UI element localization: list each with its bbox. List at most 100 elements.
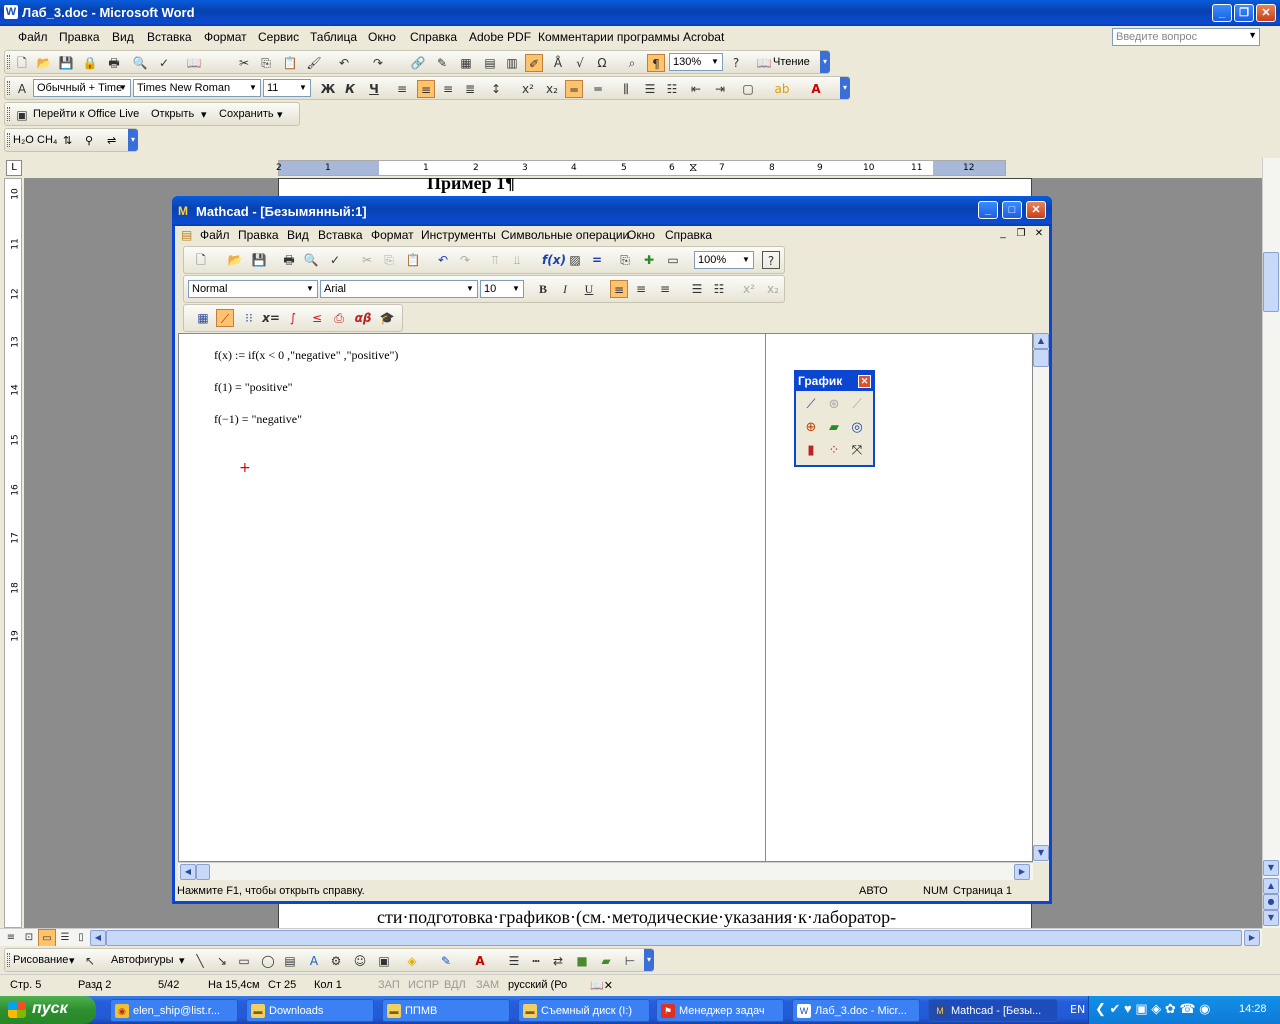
autoshapes-button[interactable]: Автофигуры <box>111 954 174 966</box>
print-preview-icon[interactable]: 🔍 <box>131 54 149 72</box>
web-view-icon[interactable]: ⊡ <box>20 929 38 947</box>
superscript-icon[interactable]: x² <box>519 80 537 98</box>
toolbar-options-icon[interactable]: ▾ <box>840 77 850 99</box>
bar-plot-icon[interactable]: ▮ <box>801 441 821 461</box>
mc-font-select[interactable]: Arial ▼ <box>320 280 478 298</box>
menu-tools[interactable]: Сервис <box>258 30 299 44</box>
mc-evaluation-icon[interactable]: x= <box>262 309 280 327</box>
help-icon[interactable]: ? <box>727 54 745 72</box>
open-icon[interactable]: 📂 <box>35 54 53 72</box>
mc-save-icon[interactable]: 💾 <box>250 251 268 269</box>
mc-align-left-icon[interactable]: ≡ <box>610 280 628 298</box>
mc-calculus-icon[interactable]: ∫ <box>284 309 302 327</box>
bullets-icon[interactable]: ☷ <box>663 80 681 98</box>
spelling-icon[interactable]: ✓ <box>155 54 173 72</box>
toolbar-options-icon[interactable]: ▾ <box>128 129 138 151</box>
cut-icon[interactable]: ✂ <box>235 54 253 72</box>
mathcad-minimize-button[interactable]: _ <box>978 201 998 219</box>
status-ext[interactable]: ВДЛ <box>444 979 466 991</box>
italic-button[interactable]: К <box>341 80 359 98</box>
chevron-down-icon[interactable]: ▼ <box>740 253 752 267</box>
mc-spell-icon[interactable]: ✓ <box>326 251 344 269</box>
horizontal-ruler[interactable]: 2 1 1 2 3 4 5 6 7 8 9 10 11 12 ⧖ <box>276 160 1006 176</box>
doc-close-icon[interactable]: ✕ <box>1031 227 1047 242</box>
task-downloads[interactable]: ▬ Downloads <box>246 999 374 1022</box>
mc-align-center-icon[interactable]: ≡ <box>632 280 650 298</box>
mc-insert-function-icon[interactable]: f(x) <box>542 251 566 269</box>
mc-cut-icon[interactable]: ✂ <box>358 251 376 269</box>
restore-button[interactable]: ❐ <box>1234 4 1254 22</box>
print-icon[interactable]: 🖶 <box>105 54 123 72</box>
mc-menu-window[interactable]: Окно <box>627 228 655 242</box>
menu-table[interactable]: Таблица <box>310 30 357 44</box>
chevron-down-icon[interactable]: ▼ <box>1248 30 1257 40</box>
tables-borders-icon[interactable]: ✎ <box>433 54 451 72</box>
mathcad-title-bar[interactable]: M Mathcad - [Безымянный:1] _ □ ✕ <box>172 196 1052 226</box>
format-painter-icon[interactable]: 🖌 <box>305 54 323 72</box>
drawing-menu-button[interactable]: Рисование <box>13 954 68 966</box>
bold-button[interactable]: Ж <box>319 80 337 98</box>
polar-plot-disabled-icon[interactable]: ⊛ <box>824 395 844 415</box>
save-icon[interactable]: 💾 <box>57 54 75 72</box>
open-chevron-icon[interactable]: ▾ <box>201 108 207 121</box>
mc-style-select[interactable]: Normal ▼ <box>188 280 318 298</box>
increase-indent-icon[interactable]: ⇥ <box>711 80 729 98</box>
shadow-icon[interactable]: ■ <box>573 952 591 970</box>
reading-mode-button[interactable]: Чтение <box>773 56 810 68</box>
line-color-icon[interactable]: ✎ <box>437 952 455 970</box>
subscript-icon[interactable]: x₂ <box>543 80 561 98</box>
mc-insert-unit-icon[interactable]: ▨ <box>566 251 584 269</box>
chevron-down-icon[interactable]: ▼ <box>117 81 129 95</box>
mc-zoom-select[interactable]: 100% ▼ <box>694 251 754 269</box>
mc-bold-button[interactable]: B <box>534 280 552 298</box>
mc-boolean-icon[interactable]: ≤ <box>308 309 326 327</box>
menu-edit[interactable]: Правка <box>59 30 100 44</box>
highlight-line-icon[interactable]: ═ <box>565 80 583 98</box>
toolbar-grip[interactable] <box>7 953 10 967</box>
mc-menu-file[interactable]: Файл <box>200 228 230 242</box>
numbering-icon[interactable]: ☰ <box>641 80 659 98</box>
task-ppmv[interactable]: ▬ ППМВ <box>382 999 510 1022</box>
spelling-status-icon[interactable]: 📖✕ <box>590 979 613 992</box>
highlight-icon[interactable]: ab <box>773 80 791 98</box>
mc-help-icon[interactable]: ? <box>762 251 780 269</box>
toolbar-grip[interactable] <box>7 55 10 69</box>
font-color-icon[interactable]: A <box>807 80 825 98</box>
mc-menu-tools[interactable]: Инструменты <box>421 228 496 242</box>
minimize-button[interactable]: _ <box>1212 4 1232 22</box>
open-menu-button[interactable]: Открыть <box>151 108 194 120</box>
status-rec[interactable]: ЗАП <box>378 979 400 991</box>
mc-menu-help[interactable]: Справка <box>665 228 712 242</box>
ch4-button[interactable]: CH₄ <box>37 134 57 146</box>
autoshapes-chevron-icon[interactable]: ▾ <box>179 954 185 967</box>
start-button[interactable]: пуск <box>0 996 96 1024</box>
draw-extra-icon[interactable]: ⊢ <box>621 952 639 970</box>
mc-scroll-up-icon[interactable]: ▲ <box>1033 333 1049 349</box>
font-select[interactable]: Times New Roman ▼ <box>133 79 261 97</box>
chevron-down-icon[interactable]: ▼ <box>510 282 522 296</box>
xy-plot-icon[interactable]: ⟋ <box>801 395 821 415</box>
insert-excel-icon[interactable]: ▤ <box>481 54 499 72</box>
task-removable-disk[interactable]: ▬ Съемный диск (I:) <box>518 999 650 1022</box>
mc-scroll-down-icon[interactable]: ▼ <box>1033 845 1049 861</box>
scroll-thumb[interactable] <box>1263 252 1279 312</box>
mathcad-close-button[interactable]: ✕ <box>1026 201 1046 219</box>
contour-plot-icon[interactable]: ◎ <box>847 418 867 438</box>
mc-window-icon[interactable]: ▭ <box>664 251 682 269</box>
mc-superscript-icon[interactable]: x² <box>740 280 758 298</box>
mc-menu-insert[interactable]: Вставка <box>318 228 363 242</box>
task-chrome[interactable]: ◉ elen_ship@list.r... <box>110 999 238 1022</box>
symbol-icon[interactable]: Ω <box>593 54 611 72</box>
mc-open-icon[interactable]: 📂 <box>226 251 244 269</box>
menu-window[interactable]: Окно <box>368 30 396 44</box>
clock[interactable]: 14:28 <box>1239 1003 1267 1015</box>
mc-undo-icon[interactable]: ↶ <box>434 251 452 269</box>
mc-scroll-left-icon[interactable]: ◀ <box>180 864 196 880</box>
underline-button[interactable]: Ч <box>365 80 383 98</box>
chevron-down-icon[interactable]: ▼ <box>297 81 309 95</box>
task-manager[interactable]: ⚑ Менеджер задач <box>656 999 784 1022</box>
mc-align-right-icon[interactable]: ≡ <box>656 280 674 298</box>
mc-underline-button[interactable]: U <box>580 280 598 298</box>
toolbar-grip[interactable] <box>7 107 10 121</box>
strike-line-icon[interactable]: ═ <box>589 80 607 98</box>
